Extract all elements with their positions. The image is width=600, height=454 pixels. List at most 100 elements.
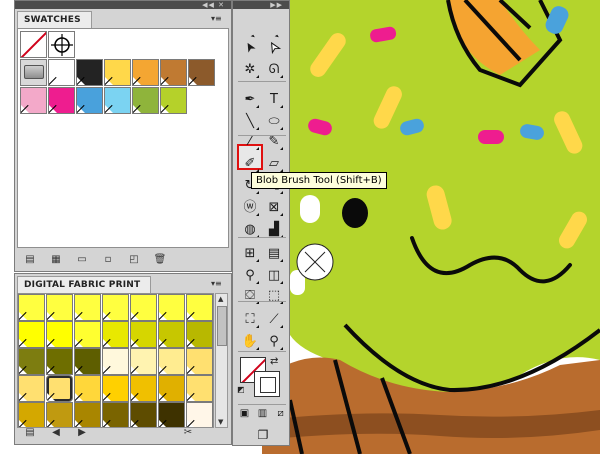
fabric-color-swatch[interactable]	[18, 348, 45, 375]
fabric-color-swatch[interactable]	[130, 375, 157, 402]
new-color-group-icon[interactable]: ▫	[101, 254, 115, 266]
fill-stroke-control: ⇄ ◩	[237, 356, 284, 399]
fabric-color-swatch[interactable]	[46, 294, 73, 321]
new-swatch-icon[interactable]: ◰	[127, 254, 141, 266]
hand-tool-icon[interactable]: ✋	[240, 331, 260, 351]
panel-header-bar[interactable]: ◀◀ ✕	[15, 1, 231, 9]
direct-selection-tool-icon[interactable]: ➤	[260, 33, 287, 60]
gradient-tool-icon[interactable]: ▤	[264, 243, 284, 263]
column-graph-tool-icon[interactable]: ▟	[264, 219, 284, 239]
blob-brush-tooltip: Blob Brush Tool (Shift+B)	[251, 172, 387, 189]
fabric-color-swatch[interactable]	[46, 375, 73, 402]
swatch-options-icon[interactable]: ▭	[75, 254, 89, 266]
swatch-libraries-menu-icon[interactable]: ▤	[23, 254, 37, 266]
default-fill-stroke-icon[interactable]: ◩	[237, 385, 245, 394]
zoom-tool-icon[interactable]: ⚲	[264, 331, 284, 351]
delete-swatch-icon[interactable]: 🗑	[153, 254, 167, 266]
fabric-color-swatch[interactable]	[74, 348, 101, 375]
fabric-color-swatch[interactable]	[74, 375, 101, 402]
mesh-tool-icon[interactable]: ⊞	[240, 243, 260, 263]
fabric-color-swatch[interactable]	[74, 294, 101, 321]
warp-tool-icon[interactable]: ⓦ	[240, 197, 260, 217]
fabric-color-swatch[interactable]	[186, 321, 213, 348]
fabric-color-swatch[interactable]	[158, 294, 185, 321]
fabric-color-swatch[interactable]	[18, 294, 45, 321]
selection-tool-icon[interactable]: ➤	[236, 33, 263, 60]
fabric-color-swatch[interactable]	[102, 321, 129, 348]
toolbar-divider	[238, 81, 286, 82]
color-swatch[interactable]	[48, 59, 75, 86]
fabric-color-swatch[interactable]	[18, 321, 45, 348]
tools-header-bar[interactable]: ▶▶	[233, 1, 289, 9]
fabric-color-swatch[interactable]	[18, 375, 45, 402]
live-paint-bucket-tool-icon[interactable]: ⛋	[240, 285, 260, 305]
color-icon[interactable]: ▣	[237, 407, 252, 421]
scroll-thumb[interactable]	[217, 306, 227, 346]
color-swatch[interactable]	[76, 59, 103, 86]
delete-icon[interactable]: ✂	[181, 427, 195, 439]
fabric-color-swatch[interactable]	[186, 348, 213, 375]
color-swatch[interactable]	[160, 87, 187, 114]
color-group-folder-icon[interactable]	[20, 59, 47, 86]
color-swatch[interactable]	[104, 87, 131, 114]
swatches-tab[interactable]: SWATCHES	[17, 11, 92, 28]
fabric-color-swatch[interactable]	[46, 321, 73, 348]
pencil-tool-icon[interactable]: ✎	[264, 131, 284, 151]
artboard-tool-icon[interactable]: ⛶	[240, 309, 260, 329]
screen-mode-icon[interactable]: ❐	[252, 425, 274, 445]
digital-fabric-print-tab[interactable]: DIGITAL FABRIC PRINT	[17, 276, 152, 293]
fabric-color-swatch[interactable]	[46, 348, 73, 375]
color-swatch[interactable]	[48, 87, 75, 114]
color-swatch[interactable]	[132, 59, 159, 86]
fabric-color-swatch[interactable]	[102, 294, 129, 321]
fabric-color-swatch[interactable]	[102, 348, 129, 375]
fabric-color-swatch[interactable]	[158, 348, 185, 375]
none-icon[interactable]: ⧄	[273, 407, 288, 421]
blend-tool-icon[interactable]: ◫	[264, 265, 284, 285]
registration-swatch[interactable]	[48, 31, 75, 58]
fabric-color-swatch[interactable]	[130, 321, 157, 348]
ellipse-tool-icon[interactable]: ⬭	[264, 111, 284, 131]
scroll-up-icon[interactable]: ▲	[218, 295, 226, 303]
paintbrush-tool-icon[interactable]: ⁄	[240, 131, 260, 151]
blob-brush-tool-icon[interactable]: ✐	[240, 153, 260, 173]
swap-fill-stroke-icon[interactable]: ⇄	[270, 356, 278, 367]
eraser-tool-icon[interactable]: ▱	[264, 153, 284, 173]
panel-menu-icon[interactable]: ▾≡	[211, 14, 223, 24]
magic-wand-tool-icon[interactable]: ✲	[240, 59, 260, 79]
stroke-swatch[interactable]	[254, 371, 280, 397]
slice-tool-icon[interactable]: ⟋	[264, 309, 284, 329]
fabric-color-swatch[interactable]	[158, 375, 185, 402]
color-swatch[interactable]	[188, 59, 215, 86]
fabric-scrollbar[interactable]: ▲ ▼	[215, 293, 228, 428]
color-swatch[interactable]	[20, 87, 47, 114]
next-library-icon[interactable]: ▶	[75, 427, 89, 439]
previous-library-icon[interactable]: ◀	[49, 427, 63, 439]
fabric-color-swatch[interactable]	[158, 321, 185, 348]
swatches-panel: ◀◀ ✕ SWATCHES ▾≡ ▤ ▦ ▭ ▫ ◰ 🗑	[14, 0, 232, 272]
eyedropper-tool-icon[interactable]: ⚲	[240, 265, 260, 285]
fabric-color-swatch[interactable]	[130, 294, 157, 321]
panel-menu-icon[interactable]: ▾≡	[211, 279, 223, 289]
fabric-color-swatch[interactable]	[130, 348, 157, 375]
none-swatch[interactable]	[20, 31, 47, 58]
color-swatch[interactable]	[160, 59, 187, 86]
gradient-icon[interactable]: ▥	[255, 407, 270, 421]
fabric-color-swatch[interactable]	[186, 375, 213, 402]
fabric-color-swatch[interactable]	[186, 294, 213, 321]
show-kinds-icon[interactable]: ▦	[49, 254, 63, 266]
color-swatch[interactable]	[104, 59, 131, 86]
color-swatch[interactable]	[132, 87, 159, 114]
type-tool-icon[interactable]: T	[264, 89, 284, 109]
lasso-tool-icon[interactable]: ᘏ	[264, 59, 284, 79]
swatch-libraries-menu-icon[interactable]: ▤	[23, 427, 37, 439]
pen-tool-icon[interactable]: ✒	[240, 89, 260, 109]
fabric-color-swatch[interactable]	[74, 321, 101, 348]
symbol-sprayer-tool-icon[interactable]: ◍	[240, 219, 260, 239]
color-swatch[interactable]	[76, 87, 103, 114]
line-segment-tool-icon[interactable]: ╲	[240, 111, 260, 131]
fabric-color-swatch[interactable]	[102, 375, 129, 402]
free-transform-tool-icon[interactable]: ⊠	[264, 197, 284, 217]
live-paint-selection-tool-icon[interactable]: ⬚	[264, 285, 284, 305]
swatch-grid	[17, 28, 229, 248]
